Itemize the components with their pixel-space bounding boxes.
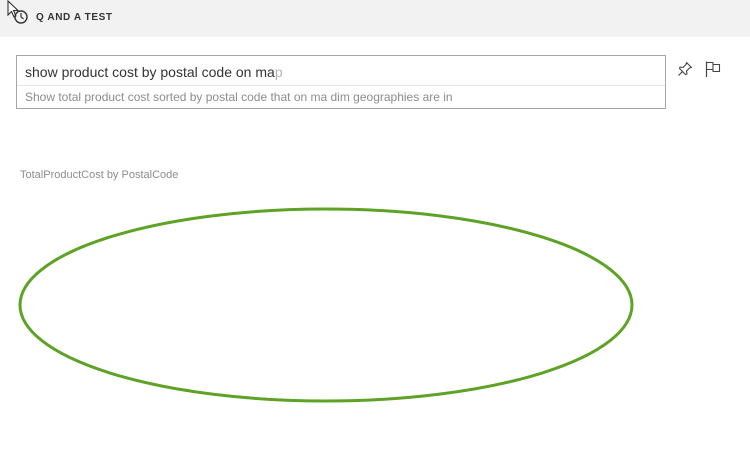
qa-page: Q AND A TEST show product cost by postal… (0, 0, 750, 461)
page-title: Q AND A TEST (36, 12, 113, 23)
map-loading-ellipse (18, 207, 634, 403)
qa-divider (17, 85, 665, 86)
qa-restatement-suggestion[interactable]: Show total product cost sorted by postal… (25, 90, 453, 104)
qa-question-input[interactable]: show product cost by postal code on map (25, 64, 283, 80)
visual-title: TotalProductCost by PostalCode (20, 169, 179, 181)
qa-typed-text: show product cost by postal code on ma (25, 64, 275, 80)
qa-question-box[interactable]: show product cost by postal code on map … (16, 55, 666, 109)
header-bar: Q AND A TEST (0, 0, 750, 37)
mouse-cursor-icon (7, 0, 28, 24)
loading-ellipse-outline (18, 207, 634, 403)
qa-autocomplete-text: p (274, 64, 283, 80)
flag-icon[interactable] (704, 60, 722, 78)
pin-icon[interactable] (677, 61, 693, 77)
